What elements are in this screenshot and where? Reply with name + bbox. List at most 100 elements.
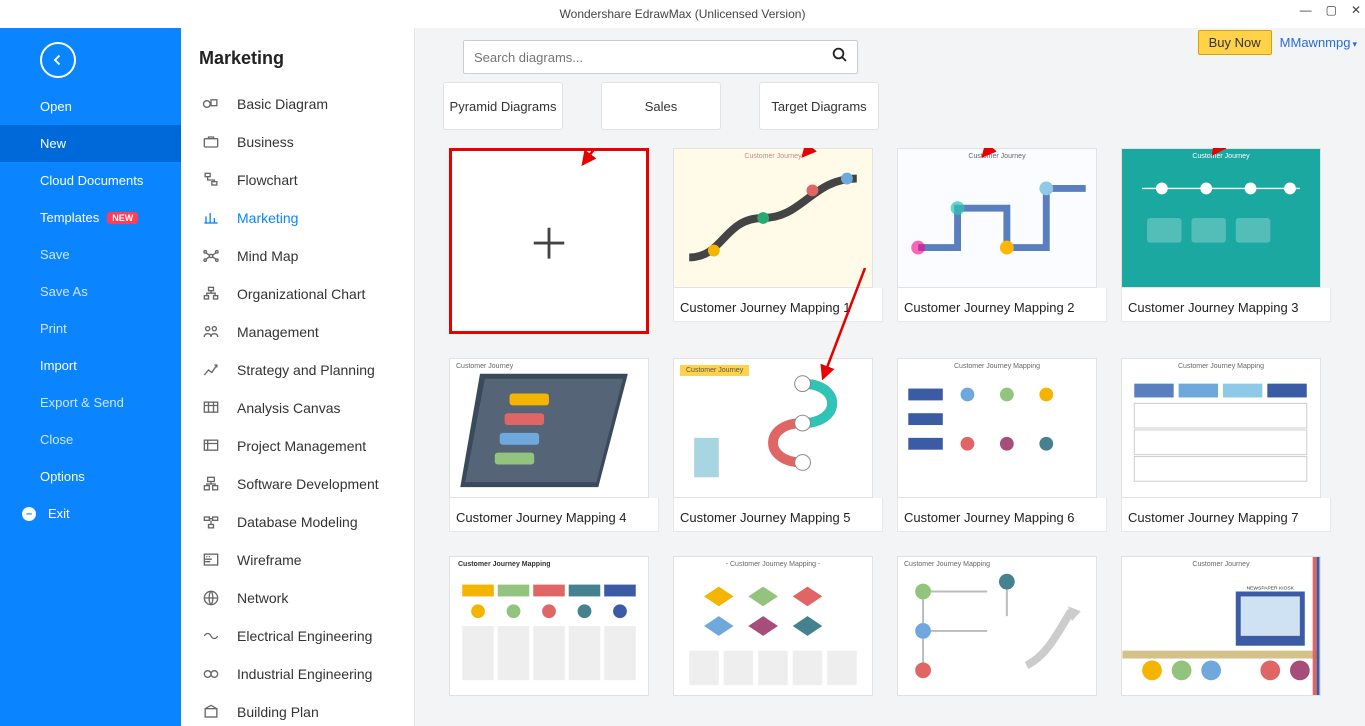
category-label: Wireframe xyxy=(237,552,302,568)
template-thumbnail: Customer Journey xyxy=(1121,148,1321,288)
buy-now-button[interactable]: Buy Now xyxy=(1198,30,1272,55)
template-label: Customer Journey Mapping 1 xyxy=(673,288,883,322)
category-item-management[interactable]: Management xyxy=(181,313,414,351)
db-icon xyxy=(201,512,221,532)
template-label: Customer Journey Mapping 6 xyxy=(897,498,1107,532)
search-icon[interactable] xyxy=(831,46,849,69)
category-item-wireframe[interactable]: Wireframe xyxy=(181,541,414,579)
sidebar-item-templates[interactable]: TemplatesNEW xyxy=(0,199,181,236)
sidebar-item-label: Options xyxy=(40,469,85,484)
template-card[interactable]: Customer JourneyCustomer Journey Mapping… xyxy=(673,148,883,334)
build-icon xyxy=(201,702,221,722)
subcategory-chip[interactable]: Pyramid Diagrams xyxy=(443,82,563,130)
user-account-link[interactable]: MMawnmpg xyxy=(1280,35,1357,50)
main-panel: Pyramid DiagramsSalesTarget Diagrams ＋Cu… xyxy=(415,28,1365,726)
close-icon[interactable]: ✕ xyxy=(1351,3,1361,17)
software-icon xyxy=(201,474,221,494)
template-card[interactable]: Customer Journey MappingCustomer Journey… xyxy=(1121,358,1331,532)
search-input[interactable] xyxy=(474,50,831,65)
minimize-icon[interactable]: — xyxy=(1300,3,1312,17)
back-button[interactable] xyxy=(40,42,76,78)
sidebar-item-close[interactable]: Close xyxy=(0,421,181,458)
category-label: Mind Map xyxy=(237,248,298,264)
category-item-flowchart[interactable]: Flowchart xyxy=(181,161,414,199)
template-thumbnail: - Customer Journey Mapping - xyxy=(673,556,873,696)
org-icon xyxy=(201,284,221,304)
search-box[interactable] xyxy=(463,40,858,74)
category-label: Strategy and Planning xyxy=(237,362,375,378)
sidebar-item-exit[interactable]: –Exit xyxy=(0,495,181,532)
category-item-electrical-engineering[interactable]: Electrical Engineering xyxy=(181,617,414,655)
category-label: Analysis Canvas xyxy=(237,400,341,416)
category-item-software-development[interactable]: Software Development xyxy=(181,465,414,503)
template-card[interactable]: Customer JourneyCustomer Journey Mapping… xyxy=(449,358,659,532)
template-card[interactable]: Customer Journey Mapping xyxy=(897,556,1107,696)
template-thumbnail: Customer Journey xyxy=(897,148,1097,288)
sidebar-item-print[interactable]: Print xyxy=(0,310,181,347)
flow-icon xyxy=(201,170,221,190)
project-icon xyxy=(201,436,221,456)
template-card[interactable]: Customer JourneyCustomer Journey Mapping… xyxy=(1121,148,1331,334)
category-item-basic-diagram[interactable]: Basic Diagram xyxy=(181,85,414,123)
sidebar-item-import[interactable]: Import xyxy=(0,347,181,384)
subcategory-chip[interactable]: Sales xyxy=(601,82,721,130)
canvas-icon xyxy=(201,398,221,418)
template-card[interactable]: Customer Journey MappingCustomer Journey… xyxy=(897,358,1107,532)
template-thumbnail: Customer Journey xyxy=(449,358,649,498)
sidebar-item-export-send[interactable]: Export & Send xyxy=(0,384,181,421)
template-thumbnail: Customer Journey Mapping xyxy=(897,556,1097,696)
template-blank[interactable]: ＋ xyxy=(449,148,659,334)
template-card[interactable]: Customer JourneyCustomer Journey Mapping… xyxy=(897,148,1107,334)
sidebar-item-new[interactable]: New xyxy=(0,125,181,162)
maximize-icon[interactable]: ▢ xyxy=(1326,3,1337,17)
category-item-organizational-chart[interactable]: Organizational Chart xyxy=(181,275,414,313)
template-card[interactable]: Customer Journey Mapping xyxy=(449,556,659,696)
category-item-mind-map[interactable]: Mind Map xyxy=(181,237,414,275)
category-item-database-modeling[interactable]: Database Modeling xyxy=(181,503,414,541)
sidebar-item-label: Cloud Documents xyxy=(40,173,143,188)
template-thumbnail: Customer Journey xyxy=(673,358,873,498)
category-item-strategy-and-planning[interactable]: Strategy and Planning xyxy=(181,351,414,389)
mindmap-icon xyxy=(201,246,221,266)
people-icon xyxy=(201,322,221,342)
sidebar-item-label: Print xyxy=(40,321,67,336)
template-label: Customer Journey Mapping 7 xyxy=(1121,498,1331,532)
sidebar-item-cloud-documents[interactable]: Cloud Documents xyxy=(0,162,181,199)
category-sidebar: Marketing Basic DiagramBusiness Flowchart… xyxy=(181,28,415,726)
template-label: Customer Journey Mapping 3 xyxy=(1121,288,1331,322)
sidebar-item-save[interactable]: Save xyxy=(0,236,181,273)
subcategory-chip[interactable]: Target Diagrams xyxy=(759,82,879,130)
sidebar-item-label: Save xyxy=(40,247,70,262)
category-item-industrial-engineering[interactable]: Industrial Engineering xyxy=(181,655,414,693)
template-label: Customer Journey Mapping 4 xyxy=(449,498,659,532)
chart-icon xyxy=(201,208,221,228)
ind-icon xyxy=(201,664,221,684)
category-item-business[interactable]: Business xyxy=(181,123,414,161)
sidebar-item-save-as[interactable]: Save As xyxy=(0,273,181,310)
category-label: Marketing xyxy=(237,210,298,226)
category-label: Network xyxy=(237,590,288,606)
category-label: Flowchart xyxy=(237,172,298,188)
sidebar-item-label: Close xyxy=(40,432,73,447)
category-label: Project Management xyxy=(237,438,366,454)
category-item-project-management[interactable]: Project Management xyxy=(181,427,414,465)
app-title: Wondershare EdrawMax (Unlicensed Version… xyxy=(560,7,806,21)
category-item-building-plan[interactable]: Building Plan xyxy=(181,693,414,726)
category-label: Database Modeling xyxy=(237,514,358,530)
category-label: Software Development xyxy=(237,476,379,492)
sidebar-item-options[interactable]: Options xyxy=(0,458,181,495)
category-header: Marketing xyxy=(181,28,414,85)
sidebar-item-open[interactable]: Open xyxy=(0,88,181,125)
category-item-analysis-canvas[interactable]: Analysis Canvas xyxy=(181,389,414,427)
category-item-network[interactable]: Network xyxy=(181,579,414,617)
category-label: Industrial Engineering xyxy=(237,666,372,682)
template-label: Customer Journey Mapping 5 xyxy=(673,498,883,532)
template-thumbnail: ＋ xyxy=(449,148,649,334)
template-label: Customer Journey Mapping 2 xyxy=(897,288,1107,322)
template-card[interactable]: - Customer Journey Mapping - xyxy=(673,556,883,696)
category-item-marketing[interactable]: Marketing xyxy=(181,199,414,237)
new-badge: NEW xyxy=(107,212,138,224)
template-card[interactable]: Customer JourneyCustomer Journey Mapping… xyxy=(673,358,883,532)
template-card[interactable]: Customer JourneyNEWSPAPER KIOSK xyxy=(1121,556,1331,696)
template-thumbnail: Customer Journey Mapping xyxy=(1121,358,1321,498)
